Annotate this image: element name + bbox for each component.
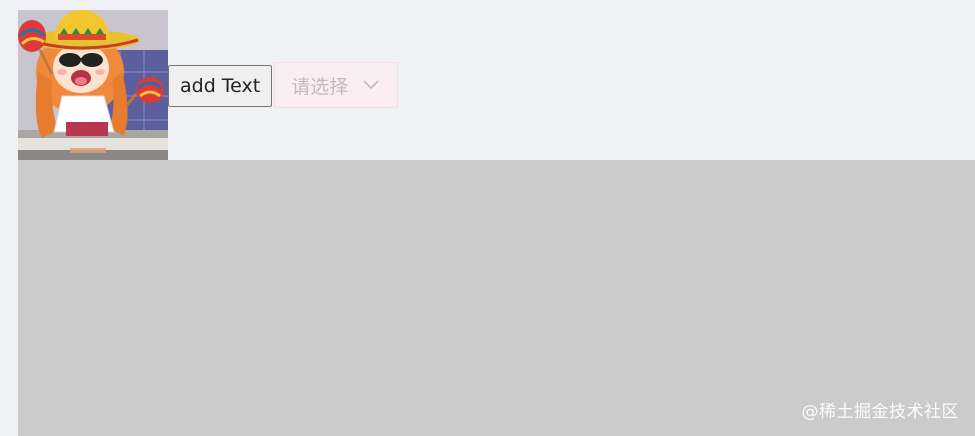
chevron-down-icon [363, 77, 379, 93]
page: add Text 请选择 @稀土掘金技术社区 [0, 0, 975, 436]
toolbar: add Text 请选择 [18, 10, 399, 160]
editor-canvas[interactable]: @稀土掘金技术社区 [18, 160, 975, 436]
avatar-illustration [18, 10, 168, 160]
add-text-button[interactable]: add Text [168, 64, 273, 107]
watermark-text: @稀土掘金技术社区 [801, 402, 959, 422]
font-select-dropdown[interactable]: 请选择 [274, 62, 399, 108]
avatar-image [18, 10, 168, 160]
select-placeholder: 请选择 [291, 75, 349, 98]
